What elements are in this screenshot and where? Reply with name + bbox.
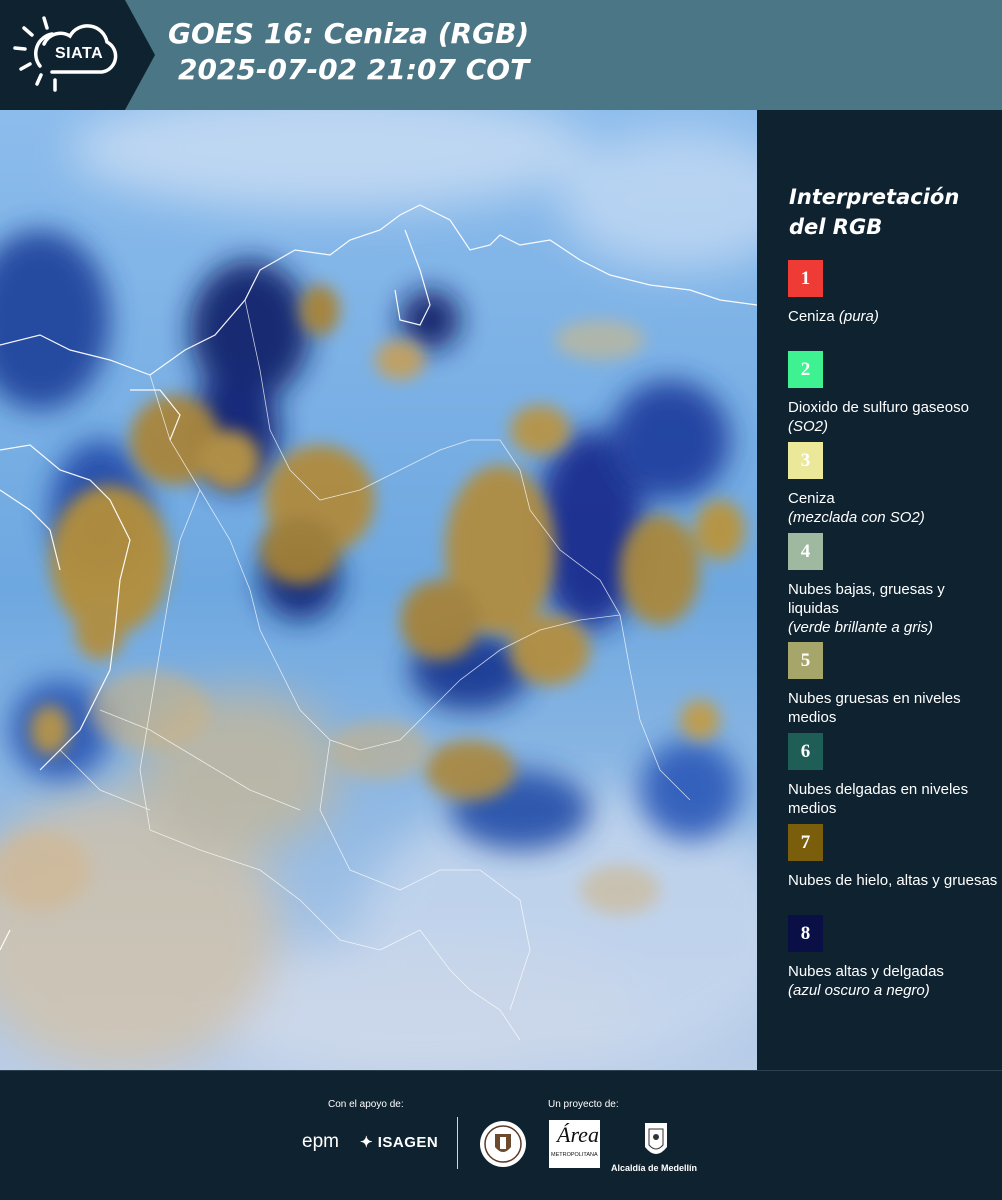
legend-swatch: 7	[788, 824, 823, 861]
footer-divider	[457, 1117, 458, 1169]
title-product: GOES 16: Ceniza (RGB)	[168, 17, 530, 50]
legend-item-text: Nubes de hielo, altas y gruesas	[788, 871, 998, 890]
satellite-map	[0, 110, 757, 1070]
legend-item-label: Nubes bajas, gruesas y liquidas	[788, 581, 945, 617]
legend-item-label: Nubes altas y delgadas	[788, 963, 944, 980]
legend-item-7: 7 Nubes de hielo, altas y gruesas	[788, 824, 998, 890]
legend-item-8: 8 Nubes altas y delgadas (azul oscuro a ne…	[788, 915, 998, 1000]
header-bar: SIATA GOES 16: Ceniza (RGB) 2025-07-02 2…	[0, 0, 1002, 110]
title-timestamp: 2025-07-02 21:07 COT	[178, 53, 530, 86]
legend-item-label: Ceniza	[788, 490, 835, 507]
legend-title-line1: Interpretación	[789, 185, 960, 209]
legend-item-6: 6 Nubes delgadas en niveles medios	[788, 733, 998, 818]
area-logo-title: Área	[557, 1122, 599, 1147]
isagen-text: ISAGEN	[377, 1134, 439, 1151]
legend-swatch: 2	[788, 351, 823, 388]
legend-swatch: 5	[788, 642, 823, 679]
sponsors-footer: Con el apoyo de: Un proyecto de: epm ✦ I…	[0, 1070, 1002, 1200]
support-label: Con el apoyo de:	[328, 1099, 404, 1110]
alcaldia-label: Alcaldía de Medellín	[611, 1163, 698, 1173]
medellin-shield-icon	[645, 1123, 667, 1154]
legend-item-label: Nubes delgadas en niveles medios	[788, 781, 969, 817]
legend-item-label: Nubes gruesas en niveles medios	[788, 690, 961, 726]
legend-item-note: (mezclada con SO2)	[788, 509, 925, 526]
legend-item-5: 5 Nubes gruesas en niveles medios	[788, 642, 998, 727]
rgb-ash-image	[0, 110, 757, 1070]
legend-swatch: 8	[788, 915, 823, 952]
legend-swatch: 1	[788, 260, 823, 297]
legend-item-3: 3 Ceniza (mezclada con SO2)	[788, 442, 998, 527]
legend-swatch: 3	[788, 442, 823, 479]
page-title: GOES 16: Ceniza (RGB) 2025-07-02 21:07 C…	[168, 16, 529, 88]
legend-item-text: Ceniza (mezclada con SO2)	[788, 489, 998, 527]
legend-item-note: (verde brillante a gris)	[788, 619, 934, 636]
siata-logo: SIATA	[0, 0, 155, 110]
legend-title: Interpretación del RGB	[789, 182, 959, 242]
rgb-legend-panel: Interpretación del RGB 1 Ceniza (pura) 2 Di…	[757, 110, 1002, 1070]
legend-swatch: 4	[788, 533, 823, 570]
siata-logo-text: SIATA	[55, 45, 104, 62]
legend-item-text: Nubes gruesas en niveles medios	[788, 689, 998, 727]
legend-swatch: 6	[788, 733, 823, 770]
legend-item-text: Ceniza (pura)	[788, 307, 998, 326]
legend-item-note: (SO2)	[788, 418, 829, 435]
antioquia-seal-icon	[480, 1121, 526, 1167]
legend-item-text: Nubes bajas, gruesas y liquidas (verde br…	[788, 580, 998, 637]
legend-item-text: Dioxido de sulfuro gaseoso (SO2)	[788, 398, 998, 436]
area-logo-sub: METROPOLITANA	[551, 1152, 598, 1158]
project-label: Un proyecto de:	[548, 1099, 619, 1110]
legend-item-note: (azul oscuro a negro)	[788, 982, 930, 999]
legend-item-note: (pura)	[838, 308, 879, 325]
legend-item-1: 1 Ceniza (pura)	[788, 260, 998, 326]
legend-item-4: 4 Nubes bajas, gruesas y liquidas (verde b…	[788, 533, 998, 637]
legend-item-label: Ceniza	[788, 308, 839, 325]
legend-item-label: Dioxido de sulfuro gaseoso	[788, 399, 969, 416]
legend-item-text: Nubes delgadas en niveles medios	[788, 780, 998, 818]
legend-title-line2: del RGB	[789, 215, 883, 239]
area-metropolitana-logo: Área METROPOLITANA	[549, 1120, 600, 1168]
epm-logo: epm	[302, 1131, 339, 1152]
legend-item-text: Nubes altas y delgadas (azul oscuro a neg…	[788, 962, 998, 1000]
isagen-logo: ✦ ISAGEN	[360, 1134, 439, 1151]
legend-item-2: 2 Dioxido de sulfuro gaseoso (SO2)	[788, 351, 998, 436]
legend-item-label: Nubes de hielo, altas y gruesas	[788, 872, 998, 889]
